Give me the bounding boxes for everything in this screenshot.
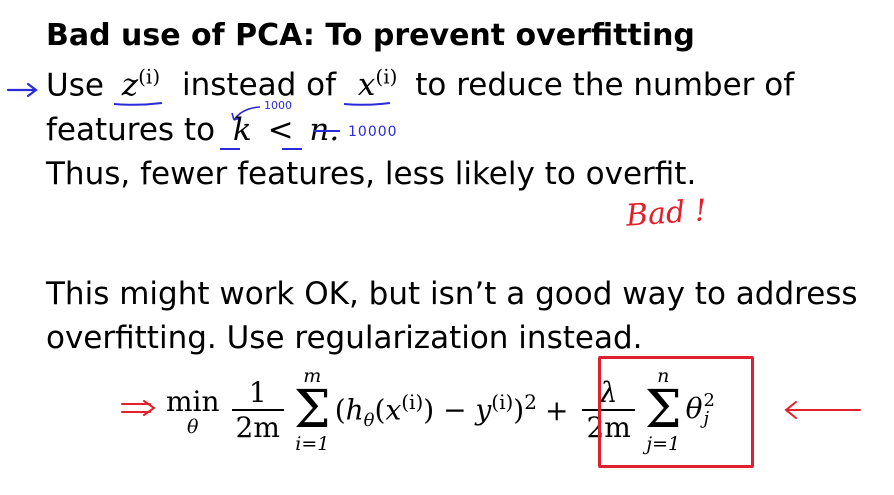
k-underline xyxy=(220,148,240,150)
line-2: features to k < n. xyxy=(46,112,339,148)
n-underline xyxy=(282,148,302,150)
frac1-numerator: 1 xyxy=(248,376,267,409)
regularization-highlight-box xyxy=(598,356,754,468)
line-5: overfitting. Use regularization instead. xyxy=(46,320,643,356)
k-variable: k xyxy=(232,112,252,148)
z-superscript: (i) xyxy=(138,65,161,89)
frac1-denominator: 2m xyxy=(235,411,280,444)
line-1: Use z(i) instead of x(i) to reduce the n… xyxy=(46,65,794,103)
term-x-sup: (i) xyxy=(401,389,424,414)
line1-instead-of: instead of xyxy=(182,67,337,104)
slide-title: Bad use of PCA: To prevent overfitting xyxy=(46,18,695,53)
n-value-note: 10000 xyxy=(348,124,398,140)
fraction-1-over-2m: 1 2m xyxy=(231,376,284,444)
min-text: min xyxy=(166,384,220,418)
z-letter: z xyxy=(121,67,139,104)
k-value-note: 1000 xyxy=(264,99,292,112)
n-value-dash xyxy=(314,130,340,132)
min-operator: min θ xyxy=(166,384,220,438)
line1-rest: to reduce the number of xyxy=(415,67,795,104)
sum1-symbol: Σ xyxy=(293,380,331,440)
x-superscript: (i) xyxy=(375,65,398,89)
sum1-lower-limit: i=1 xyxy=(295,433,330,455)
line-4: This might work OK, but isn’t a good way… xyxy=(46,276,858,312)
line1-use: Use xyxy=(46,67,104,104)
sum-over-i: m Σ i=1 xyxy=(294,366,331,454)
squared-error-term: (hθ(x(i)) − y(i))2 xyxy=(334,389,537,431)
blue-arrow-icon xyxy=(6,82,38,98)
z-i-variable: z(i) xyxy=(121,65,161,104)
bad-annotation: Bad ! xyxy=(624,193,708,234)
less-than-sign: < xyxy=(267,112,294,148)
red-arrow-right-icon xyxy=(784,401,861,419)
term-y-sup: (i) xyxy=(491,389,514,414)
x-i-variable: x(i) xyxy=(357,65,398,104)
plus-sign: + xyxy=(544,393,569,427)
line2-features-to: features to xyxy=(46,112,216,148)
red-arrow-left-icon xyxy=(121,400,156,416)
line-3: Thus, fewer features, less likely to ove… xyxy=(46,156,697,192)
x-letter: x xyxy=(357,67,376,104)
min-subscript: θ xyxy=(187,415,199,438)
term-square: 2 xyxy=(524,389,537,414)
z-underline xyxy=(113,102,163,106)
h-subscript: θ xyxy=(363,409,375,431)
x-underline xyxy=(343,102,391,106)
